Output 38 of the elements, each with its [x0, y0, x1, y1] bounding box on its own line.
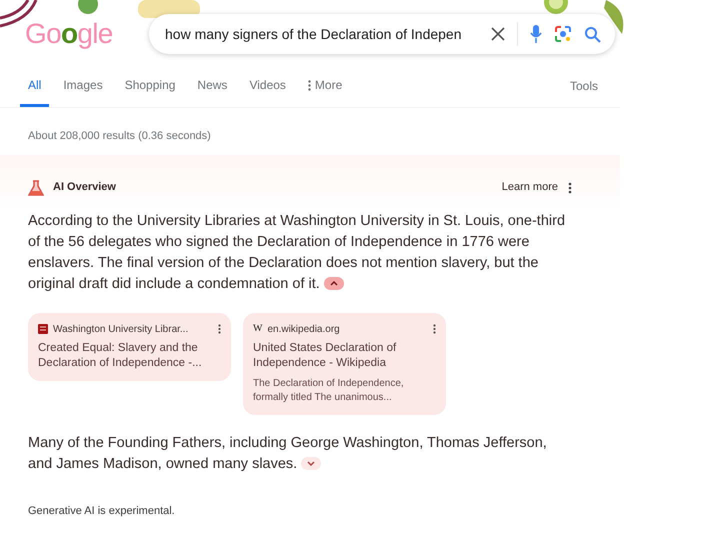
ai-overview-title: AI Overview: [53, 180, 116, 196]
search-tab[interactable]: News: [189, 76, 236, 107]
more-options-icon[interactable]: [218, 324, 221, 334]
flask-icon: [28, 180, 44, 196]
search-tab[interactable]: Videos: [241, 76, 294, 107]
search-icon[interactable]: [584, 26, 601, 42]
leaf-drawing: [604, 0, 624, 34]
learn-more-link[interactable]: Learn more: [502, 179, 558, 196]
site-icon: W: [253, 324, 262, 334]
source-card[interactable]: Washington University Librar... Created Equal: Slavery and the Declaration of Independence -...: [28, 312, 231, 380]
microphone-icon[interactable]: [530, 24, 542, 44]
source-title: Created Equal: Slavery and the Declaration of Independence -...: [38, 340, 203, 370]
source-title: United States Declaration of Independence - Wikipedia: [253, 340, 398, 370]
caret-icon[interactable]: [301, 457, 322, 470]
source-card[interactable]: W en.wikipedia.org United States Declaration of Independence - Wikipedia The Declaration of Independence, formally titled The unanimous...: [243, 312, 446, 414]
herb-drawing: [78, 0, 98, 14]
camera-lens-icon[interactable]: [554, 25, 572, 43]
shield-icon: [38, 324, 48, 334]
clear-icon[interactable]: [491, 27, 505, 41]
tools-link[interactable]: Tools: [570, 77, 598, 107]
experimental-notice: Generative AI is experimental.: [28, 504, 176, 518]
search-query: how many signers of the Declaration of Indepen: [165, 24, 463, 44]
overview-paragraph: According to the University Libraries at Washington University in St. Louis, one-third of the 56 delegates who signed the Declaration of Independence in 1776 were enslavers. The final version of the Declaration does not mention slavery, but the original draft did include a condemnation of it.: [28, 212, 566, 294]
cucumber-slice-drawing: [544, 0, 568, 14]
search-field[interactable]: how many signers of the Declaration of Indepen: [149, 14, 615, 54]
caret-icon[interactable]: [324, 277, 344, 290]
result-stats: About 208,000 results (0.36 seconds): [28, 129, 212, 144]
source-site: Washington University Librar...: [53, 322, 188, 336]
source-snippet: The Declaration of Independence, formally titled The unanimous...: [253, 376, 405, 404]
search-tab[interactable]: Shopping: [116, 76, 184, 107]
search-tab[interactable]: All: [20, 76, 50, 107]
more-options-icon[interactable]: [433, 324, 436, 334]
search-tab[interactable]: More: [300, 76, 350, 107]
source-site: en.wikipedia.org: [267, 322, 340, 336]
search-tab[interactable]: Images: [55, 76, 111, 107]
overview-paragraph: Many of the Founding Fathers, including George Washington, Thomas Jefferson, and James Madison, owned many slaves.: [28, 434, 548, 474]
vertical-dots-icon: [308, 80, 311, 90]
more-options-icon[interactable]: [568, 182, 572, 194]
